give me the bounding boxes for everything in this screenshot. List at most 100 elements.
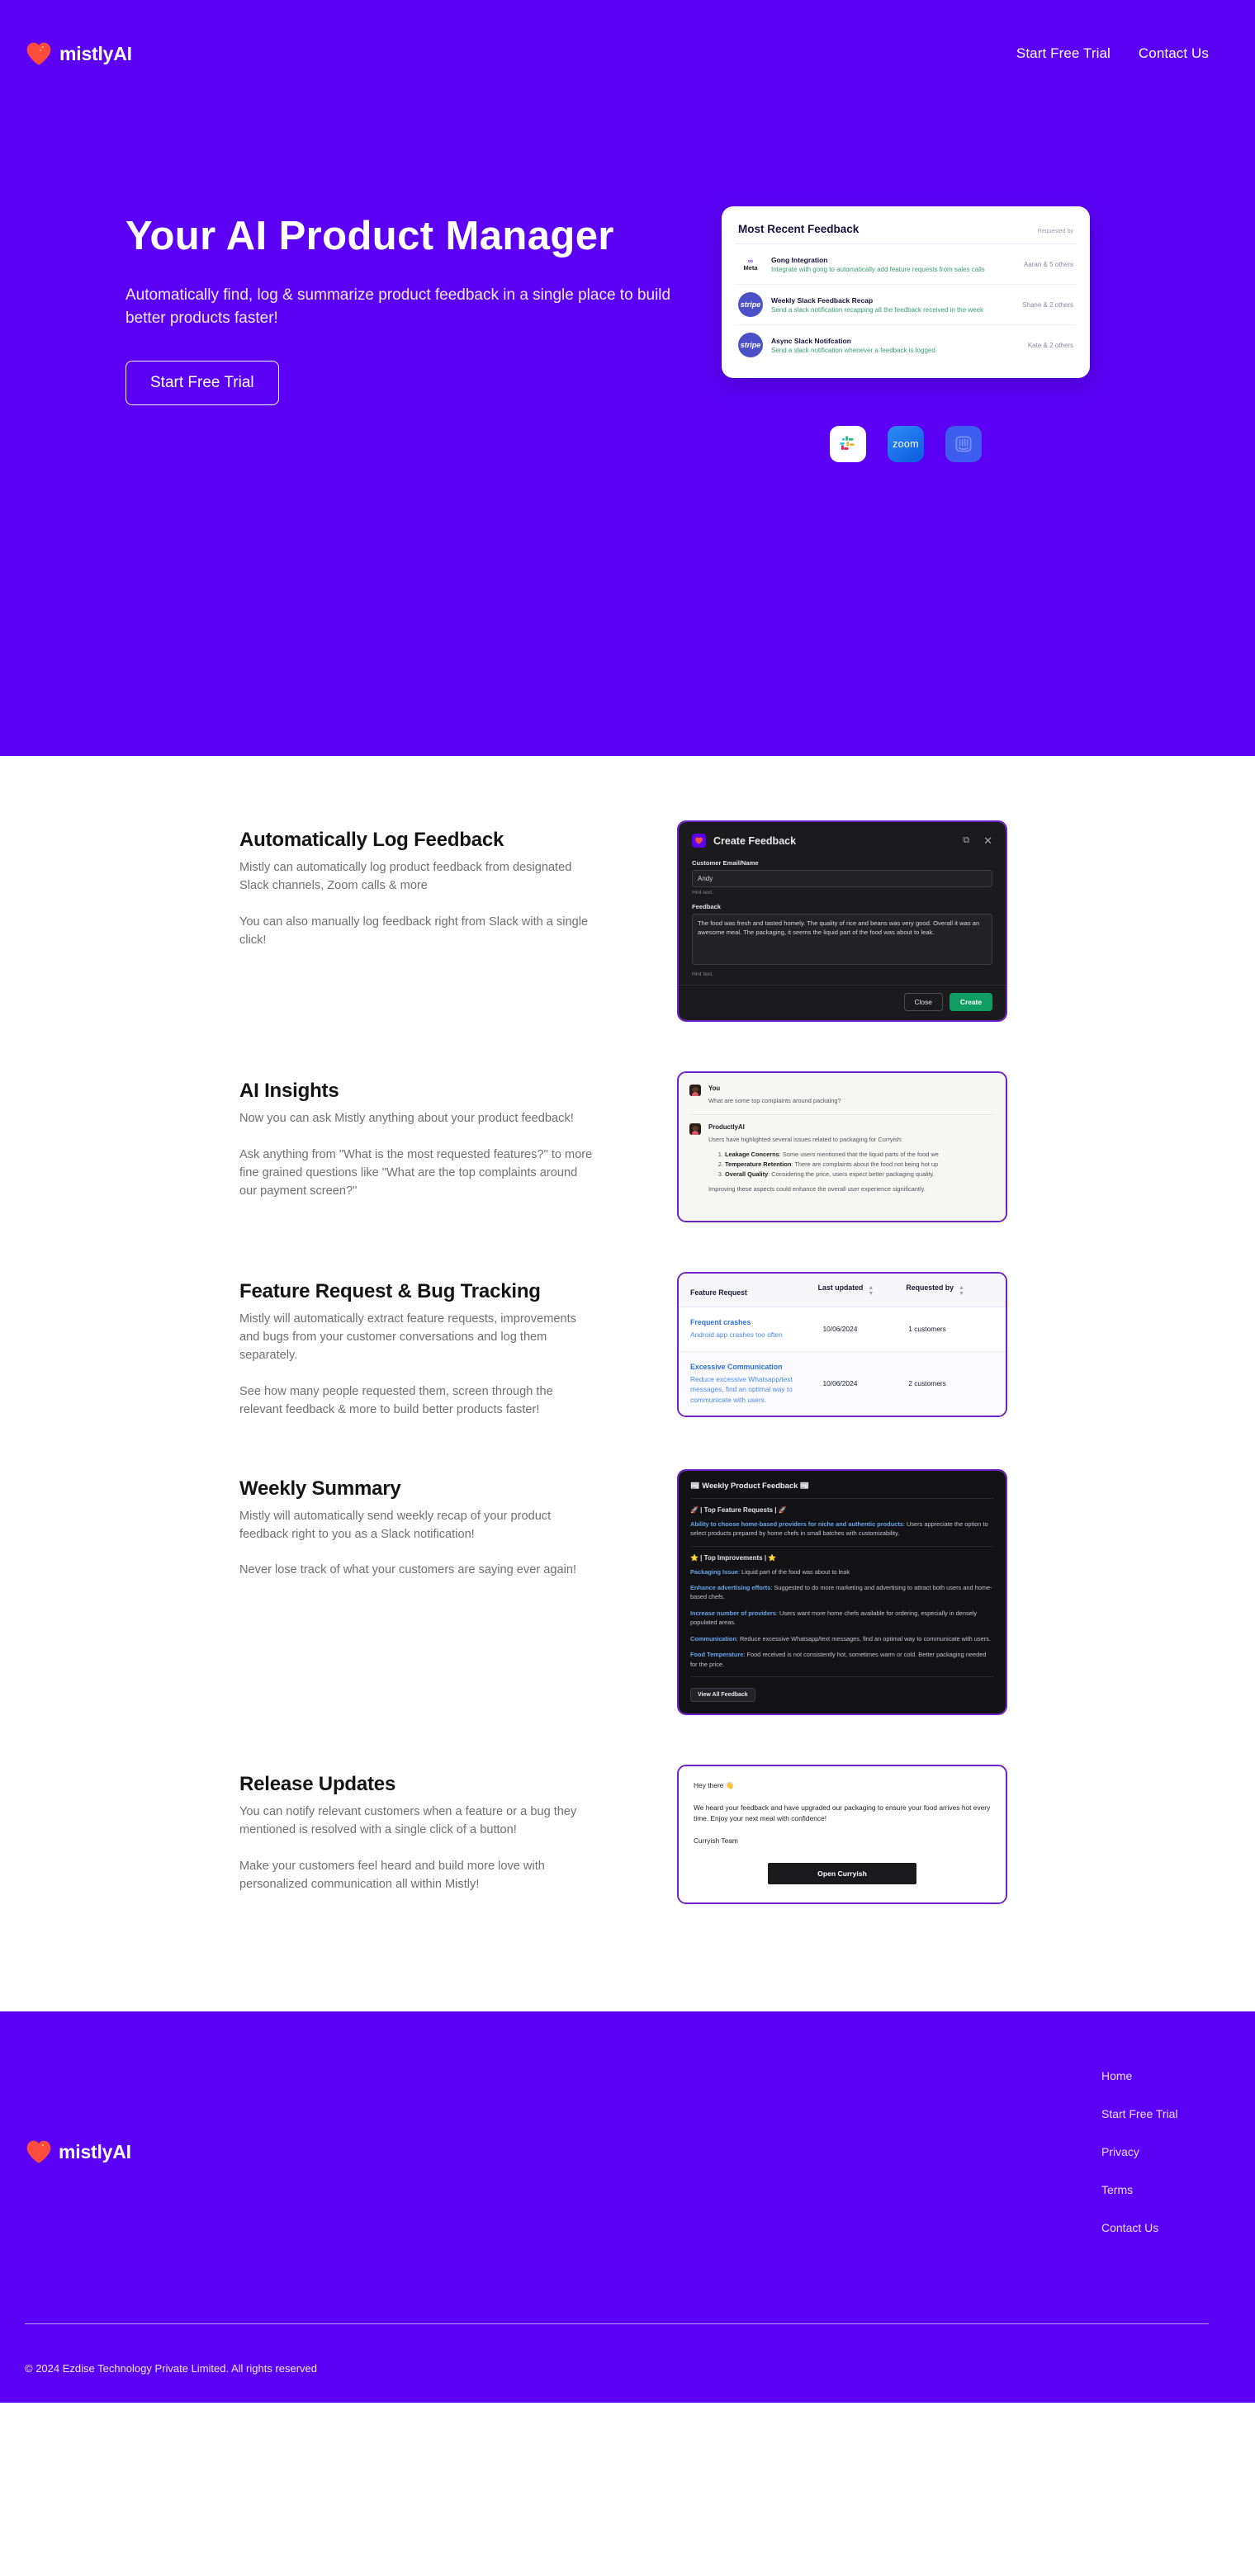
- feature-paragraph: Mistly will automatically extract featur…: [239, 1312, 576, 1362]
- stripe-logo-icon: stripe: [738, 292, 763, 317]
- feedback-row[interactable]: stripe Async Slack Notifcation Send a sl…: [735, 325, 1077, 365]
- feature-request-table-card: Feature Request Last updated ▲ ▼ Requeste…: [677, 1272, 1007, 1418]
- request-last-updated: 10/06/2024: [822, 1325, 858, 1334]
- email-signature: Curryish Team: [694, 1836, 738, 1845]
- column-feature-request: Feature Request: [690, 1288, 747, 1297]
- hero-start-free-trial-button[interactable]: Start Free Trial: [126, 361, 279, 406]
- modal-footer: Close Create: [679, 985, 1006, 1020]
- feedback-requested-by: Aaran & 5 others: [1023, 260, 1073, 268]
- modal-header: Create Feedback ⧉ ✕: [692, 834, 992, 859]
- nav-start-free-trial[interactable]: Start Free Trial: [1016, 45, 1111, 62]
- avatar: [689, 1085, 701, 1096]
- footer-link-terms[interactable]: Terms: [1101, 2183, 1209, 2196]
- request-desc: Android app crashes too often: [690, 1331, 783, 1340]
- feature-paragraph: Make your customers feel heard and build…: [239, 1860, 545, 1891]
- open-curryish-button[interactable]: Open Curryish: [768, 1863, 916, 1885]
- copy-icon[interactable]: ⧉: [963, 835, 969, 846]
- sort-icon[interactable]: ▲ ▼: [868, 1285, 874, 1297]
- feature-ai-insights: AI Insights Now you can ask Mistly anyth…: [0, 1071, 1255, 1223]
- feature-release-updates: Release Updates You can notify relevant …: [0, 1765, 1255, 1905]
- column-last-updated[interactable]: Last updated ▲ ▼: [818, 1283, 907, 1297]
- weekly-item: Packaging Issue: Liquid part of the food…: [690, 1567, 850, 1576]
- table-row[interactable]: Excessive Communication Reduce excessive…: [679, 1351, 1006, 1416]
- request-requested-by: 2 customers: [908, 1379, 946, 1388]
- intercom-icon: [945, 426, 982, 462]
- feature-heading: Weekly Summary: [239, 1477, 401, 1500]
- feature-heading: AI Insights: [239, 1080, 339, 1102]
- feature-paragraph: See how many people requested them, scre…: [239, 1384, 553, 1416]
- nav-links: Start Free Trial Contact Us: [1016, 45, 1209, 62]
- request-desc: Reduce excessive Whatsapp/text messages,…: [690, 1374, 793, 1404]
- card-column-requested-by: Requested by: [1037, 229, 1073, 234]
- chat-text: What are some top complaints around pack…: [708, 1097, 841, 1104]
- weekly-item: Enhance advertising efforts: Suggested t…: [690, 1584, 992, 1601]
- hero-body: Your AI Product Manager Automatically fi…: [0, 206, 1255, 462]
- footer-link-home[interactable]: Home: [1101, 2069, 1209, 2082]
- feedback-title: Weekly Slack Feedback Recap: [771, 295, 874, 305]
- weekly-summary-card: 📰 Weekly Product Feedback 📰 🚀 | Top Feat…: [677, 1468, 1007, 1716]
- footer-link-privacy[interactable]: Privacy: [1101, 2145, 1209, 2158]
- top-improvements-header: ⭐ | Top Improvements | ⭐: [690, 1553, 777, 1562]
- brand-logo[interactable]: mistlyAI: [25, 40, 132, 68]
- footer-link-contact-us[interactable]: Contact Us: [1101, 2221, 1209, 2234]
- create-feedback-modal: Create Feedback ⧉ ✕ Customer Email/Name …: [677, 820, 1007, 1022]
- chat-message-user: You What are some top complaints around …: [689, 1082, 995, 1114]
- ai-insights-chat-card: You What are some top complaints around …: [677, 1071, 1007, 1223]
- feedback-title: Async Slack Notifcation: [771, 336, 851, 345]
- create-button[interactable]: Create: [949, 993, 992, 1011]
- footer-brand-name: mistlyAI: [59, 2140, 131, 2162]
- feedback-row[interactable]: stripe Weekly Slack Feedback Recap Send …: [735, 285, 1077, 325]
- card-header: Most Recent Feedback Requested by: [735, 218, 1077, 244]
- column-requested-by[interactable]: Requested by ▲ ▼: [906, 1283, 994, 1297]
- stripe-logo-icon: stripe: [738, 333, 763, 357]
- hero-preview: Most Recent Feedback Requested by ∞ Meta …: [720, 206, 1092, 462]
- hero-copy: Your AI Product Manager Automatically fi…: [126, 206, 703, 406]
- close-icon[interactable]: ✕: [983, 834, 992, 848]
- chat-points-list: Leakage Concerns: Some users mentioned t…: [725, 1150, 995, 1179]
- integration-logos: zoom: [830, 426, 982, 462]
- request-last-updated: 10/06/2024: [822, 1379, 858, 1388]
- nav-contact-us[interactable]: Contact Us: [1139, 45, 1209, 62]
- feedback-desc: Send a slack notification whenever a fee…: [771, 346, 935, 354]
- hero-section: mistlyAI Start Free Trial Contact Us You…: [0, 0, 1255, 756]
- customer-email-name-input[interactable]: [692, 870, 992, 887]
- view-all-feedback-button[interactable]: View All Feedback: [690, 1688, 755, 1703]
- divider: [690, 1676, 994, 1678]
- feature-paragraph: You can notify relevant customers when a…: [239, 1805, 577, 1837]
- heart-icon: [26, 42, 51, 65]
- modal-title: Create Feedback: [713, 834, 797, 847]
- top-feature-requests-header: 🚀 | Top Feature Requests | 🚀: [690, 1505, 787, 1514]
- slack-icon: [830, 426, 866, 462]
- footer-brand[interactable]: mistlyAI: [25, 2069, 131, 2234]
- feature-automatically-log-feedback: Automatically Log Feedback Mistly can au…: [0, 820, 1255, 1022]
- email-body: We heard your feedback and have upgraded…: [694, 1803, 991, 1823]
- weekly-item: Communication: Reduce excessive Whatsapp…: [690, 1634, 991, 1642]
- sort-icon[interactable]: ▲ ▼: [959, 1285, 964, 1297]
- heart-icon: [26, 2140, 51, 2163]
- meta-logo-icon: ∞ Meta: [738, 252, 763, 277]
- feature-request-bug-tracking: Feature Request & Bug Tracking Mistly wi…: [0, 1272, 1255, 1419]
- top-navbar: mistlyAI Start Free Trial Contact Us: [0, 0, 1255, 107]
- feedback-desc: Send a slack notification recapping all …: [771, 305, 984, 314]
- footer-divider: [25, 2323, 1209, 2325]
- feedback-row[interactable]: ∞ Meta Gong Integration Integrate with go…: [735, 244, 1077, 285]
- feedback-textarea[interactable]: [692, 914, 992, 965]
- footer-links: Home Start Free Trial Privacy Terms Cont…: [1101, 2069, 1209, 2234]
- table-row[interactable]: Frequent crashes Android app crashes too…: [679, 1307, 1006, 1352]
- avatar: [689, 1123, 701, 1135]
- request-title: Excessive Communication: [690, 1362, 783, 1371]
- most-recent-feedback-card: Most Recent Feedback Requested by ∞ Meta …: [722, 206, 1090, 378]
- feature-weekly-summary: Weekly Summary Mistly will automatically…: [0, 1468, 1255, 1716]
- weekly-item: Increase number of providers: Users want…: [690, 1609, 978, 1627]
- feature-paragraph: Never lose track of what your customers …: [239, 1563, 576, 1577]
- feature-heading: Automatically Log Feedback: [239, 829, 504, 851]
- feedback-requested-by: Kate & 2 others: [1027, 341, 1073, 349]
- customer-field-label: Customer Email/Name: [692, 859, 759, 867]
- release-update-email-card: Hey there 👋 We heard your feedback and h…: [677, 1765, 1007, 1905]
- footer-link-start-free-trial[interactable]: Start Free Trial: [1101, 2107, 1209, 2120]
- close-button[interactable]: Close: [903, 993, 943, 1011]
- page-footer: mistlyAI Home Start Free Trial Privacy T…: [0, 2011, 1255, 2403]
- feature-paragraph: Mistly will automatically send weekly re…: [239, 1509, 552, 1541]
- request-requested-by: 1 customers: [908, 1325, 946, 1334]
- request-title: Frequent crashes: [690, 1318, 751, 1327]
